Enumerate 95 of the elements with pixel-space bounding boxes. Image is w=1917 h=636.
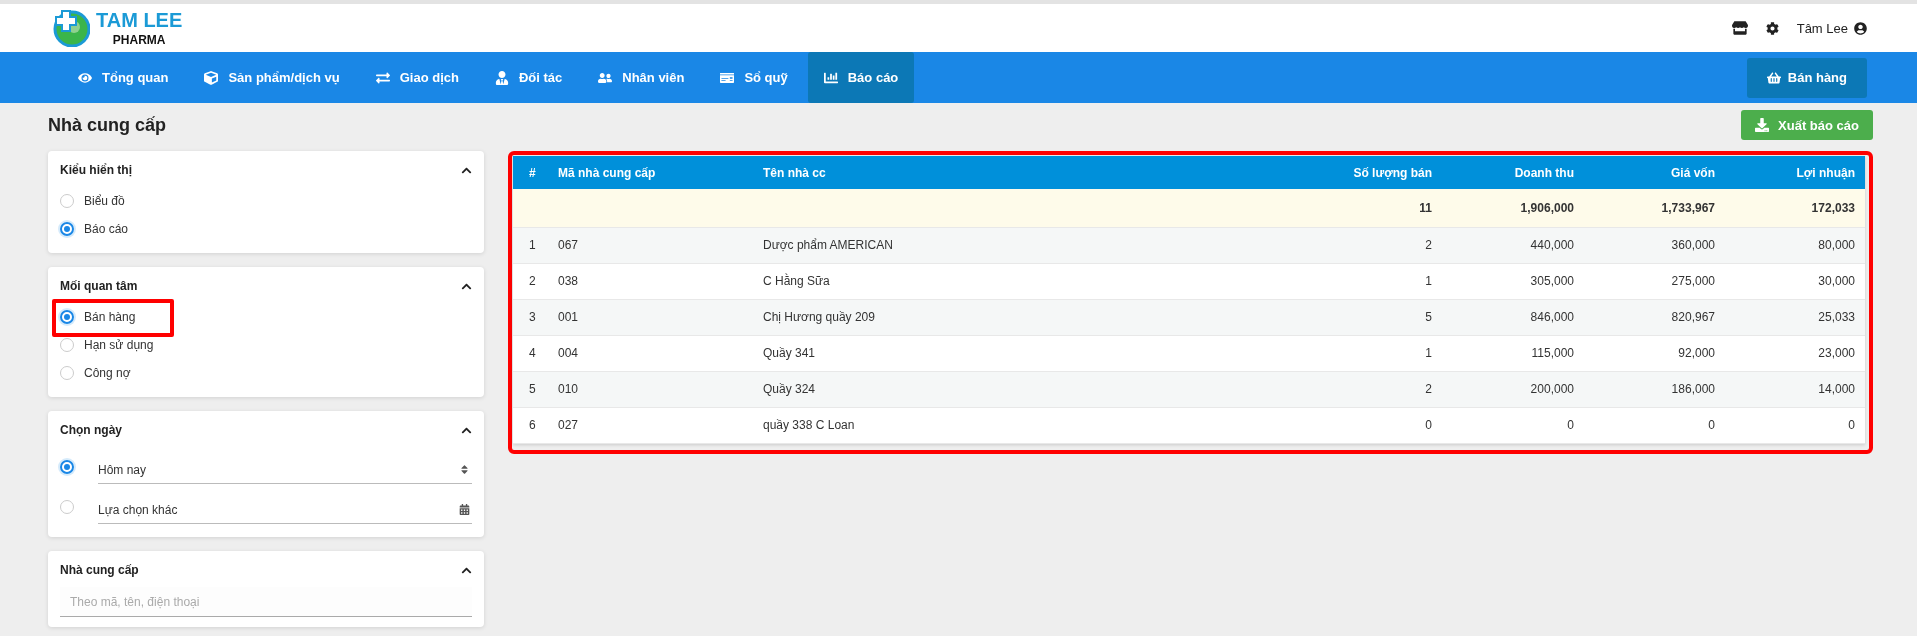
total-cell: 11 — [1143, 189, 1442, 227]
table-cell: 275,000 — [1584, 263, 1725, 299]
card-icon — [720, 70, 735, 85]
table-cell: 2 — [1143, 227, 1442, 263]
table-cell: 200,000 — [1442, 371, 1584, 407]
nav-tab[interactable]: Sản phẩm/dịch vụ — [188, 52, 356, 103]
table-cell: 3 — [513, 299, 558, 335]
table-cell: 001 — [558, 299, 763, 335]
column-header: Tên nhà cc — [763, 156, 1143, 189]
sort-icon — [459, 464, 470, 475]
logo-icon — [52, 9, 90, 47]
table-cell: 0 — [1143, 407, 1442, 443]
table-cell: 360,000 — [1584, 227, 1725, 263]
column-header: Doanh thu — [1442, 156, 1584, 189]
table-cell: 305,000 — [1442, 263, 1584, 299]
date-field[interactable]: Lựa chọn khác — [98, 496, 472, 524]
table-cell: 004 — [558, 335, 763, 371]
option-label[interactable]: Hạn sử dụng — [84, 338, 154, 352]
radio-button[interactable] — [60, 460, 74, 474]
table-cell: 25,033 — [1725, 299, 1865, 335]
table-cell: 14,000 — [1725, 371, 1865, 407]
calendar-icon — [459, 504, 470, 515]
column-header: Giá vốn — [1584, 156, 1725, 189]
settings-icon[interactable] — [1765, 21, 1779, 35]
nav-tab[interactable]: Sổ quỹ — [704, 52, 804, 103]
table-cell: 820,967 — [1584, 299, 1725, 335]
user-name[interactable]: Tâm Lee — [1796, 20, 1848, 36]
card-title: Mối quan tâm — [60, 279, 138, 293]
table-cell: 92,000 — [1584, 335, 1725, 371]
table-cell: 1 — [513, 227, 558, 263]
card-title: Kiểu hiển thị — [60, 163, 132, 177]
radio-button[interactable] — [60, 310, 74, 324]
basket-icon — [1766, 70, 1781, 85]
export-button[interactable]: Xuất báo cáo — [1741, 110, 1873, 140]
eye-icon — [78, 70, 92, 85]
column-header: Mã nhà cung cấp — [558, 156, 763, 189]
table-cell: quầy 338 C Loan — [763, 407, 1143, 443]
arrows-icon — [375, 70, 390, 85]
table-cell: 440,000 — [1442, 227, 1584, 263]
total-cell: 1,906,000 — [1442, 189, 1584, 227]
table-cell: Dược phẩm AMERICAN — [763, 227, 1143, 263]
date-field[interactable]: Hôm nay — [98, 456, 472, 484]
cube-icon — [204, 70, 219, 85]
table-cell: C Hằng Sữa — [763, 263, 1143, 299]
table-cell: Quầy 341 — [763, 335, 1143, 371]
download-icon — [1755, 118, 1770, 132]
table-cell: 30,000 — [1725, 263, 1865, 299]
table-cell: 0 — [1725, 407, 1865, 443]
brand-tagline: PHARMA — [112, 34, 166, 46]
nav-tab[interactable]: Tổng quan — [62, 52, 185, 103]
table-cell: 067 — [558, 227, 763, 263]
table-cell: 186,000 — [1584, 371, 1725, 407]
column-header: Số lượng bán — [1143, 156, 1442, 189]
nav-tab[interactable]: Nhân viên — [582, 52, 701, 103]
sell-button[interactable]: Bán hàng — [1746, 57, 1867, 98]
bar-chart-icon — [823, 70, 838, 85]
page-title: Nhà cung cấp — [48, 114, 167, 136]
nav-tab[interactable]: Giao dịch — [359, 52, 475, 103]
total-cell: 1,733,967 — [1584, 189, 1725, 227]
option-label[interactable]: Bán hàng — [84, 310, 136, 324]
total-cell: 172,033 — [1725, 189, 1865, 227]
card-title: Nhà cung cấp — [60, 563, 139, 577]
option-label[interactable]: Báo cáo — [84, 222, 129, 236]
brand-name: TAM LEE — [96, 10, 183, 30]
table-cell: 1 — [1143, 335, 1442, 371]
table-cell: 2 — [1143, 371, 1442, 407]
table-cell: 80,000 — [1725, 227, 1865, 263]
table-cell: 5 — [1143, 299, 1442, 335]
table-cell: 010 — [558, 371, 763, 407]
table-cell: 6 — [513, 407, 558, 443]
user-icon[interactable] — [1854, 21, 1867, 35]
nav-tab[interactable]: Đối tác — [478, 52, 579, 103]
table-cell: 1 — [1143, 263, 1442, 299]
table-cell: 2 — [513, 263, 558, 299]
table-cell: 23,000 — [1725, 335, 1865, 371]
people-icon — [598, 70, 613, 85]
column-header: Lợi nhuận — [1725, 156, 1865, 189]
table-cell: 115,000 — [1442, 335, 1584, 371]
table-cell: 027 — [558, 407, 763, 443]
person-icon — [494, 70, 509, 85]
nav-tab[interactable]: Báo cáo — [807, 52, 915, 103]
column-header: # — [513, 156, 558, 189]
table-cell: 846,000 — [1442, 299, 1584, 335]
table-cell: 0 — [1442, 407, 1584, 443]
table-cell: 4 — [513, 335, 558, 371]
table-cell: 5 — [513, 371, 558, 407]
store-icon[interactable] — [1731, 20, 1748, 36]
option-label[interactable]: Biểu đồ — [84, 194, 125, 208]
table-cell: Quầy 324 — [763, 371, 1143, 407]
table-cell: 0 — [1584, 407, 1725, 443]
card-title: Chọn ngày — [60, 423, 122, 437]
table-cell: 038 — [558, 263, 763, 299]
table-cell: Chị Hương quầy 209 — [763, 299, 1143, 335]
option-label[interactable]: Công nợ — [84, 366, 131, 380]
radio-button[interactable] — [60, 222, 74, 236]
